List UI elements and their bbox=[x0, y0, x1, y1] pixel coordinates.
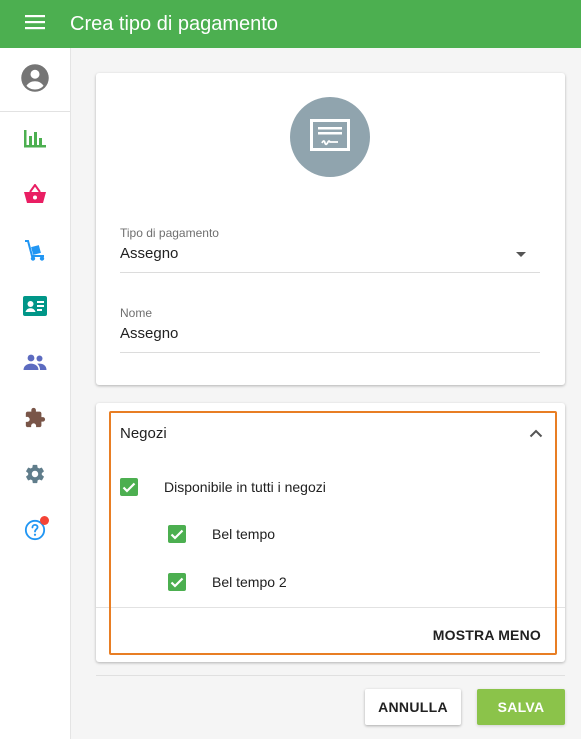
page-title: Crea tipo di pagamento bbox=[70, 12, 278, 35]
hand-truck-icon bbox=[23, 238, 47, 267]
all-stores-label: Disponibile in tutti i negozi bbox=[164, 479, 326, 495]
people-icon bbox=[23, 354, 47, 375]
payment-type-label: Tipo di pagamento bbox=[120, 226, 219, 240]
app-bar: Crea tipo di pagamento bbox=[0, 0, 581, 48]
show-less-button[interactable]: MOSTRA MENO bbox=[433, 627, 541, 643]
sidebar-item-account[interactable] bbox=[0, 60, 70, 100]
name-underline bbox=[120, 352, 540, 353]
basket-icon bbox=[23, 182, 47, 209]
sidebar-item-employees[interactable] bbox=[0, 344, 70, 384]
store-label: Bel tempo 2 bbox=[212, 574, 287, 590]
checkbox-checked-icon bbox=[168, 525, 186, 543]
stores-divider bbox=[96, 607, 565, 608]
notification-badge bbox=[40, 516, 49, 525]
menu-icon bbox=[25, 14, 45, 35]
bar-chart-icon bbox=[24, 128, 46, 153]
sidebar-item-extensions[interactable] bbox=[0, 400, 70, 440]
payment-type-underline bbox=[120, 272, 540, 273]
all-stores-checkbox[interactable]: Disponibile in tutti i negozi bbox=[120, 478, 326, 496]
payment-type-select[interactable]: Tipo di pagamento Assegno bbox=[120, 226, 540, 274]
save-button[interactable]: SALVA bbox=[477, 689, 565, 725]
store-checkbox-1[interactable]: Bel tempo bbox=[168, 525, 275, 543]
check-document-icon bbox=[310, 118, 350, 156]
store-checkbox-2[interactable]: Bel tempo 2 bbox=[168, 573, 287, 591]
stores-card: Negozi Disponibile in tutti i negozi Bel… bbox=[96, 403, 565, 662]
sidebar-divider bbox=[0, 111, 70, 112]
sidebar-item-sales[interactable] bbox=[0, 176, 70, 216]
name-label: Nome bbox=[120, 306, 153, 320]
sidebar-item-customers[interactable] bbox=[0, 288, 70, 328]
name-field[interactable]: Nome Assegno bbox=[120, 306, 540, 354]
cancel-button[interactable]: ANNULLA bbox=[365, 689, 461, 725]
dropdown-arrow-icon bbox=[516, 252, 526, 257]
account-circle-icon bbox=[20, 63, 50, 98]
payment-type-value: Assegno bbox=[120, 245, 179, 262]
checkbox-checked-icon bbox=[120, 478, 138, 496]
sidebar-item-help[interactable] bbox=[0, 512, 70, 552]
puzzle-icon bbox=[24, 407, 46, 434]
checkbox-checked-icon bbox=[168, 573, 186, 591]
gear-icon bbox=[24, 463, 46, 490]
sidebar-item-statistics[interactable] bbox=[0, 120, 70, 160]
sidebar-item-settings[interactable] bbox=[0, 456, 70, 496]
name-value: Assegno bbox=[120, 325, 179, 342]
stores-title: Negozi bbox=[120, 425, 167, 442]
store-label: Bel tempo bbox=[212, 526, 276, 542]
contact-card-icon bbox=[23, 295, 47, 321]
chevron-up-icon[interactable] bbox=[529, 425, 543, 443]
payment-form-card: Tipo di pagamento Assegno Nome Assegno bbox=[96, 73, 565, 385]
menu-button[interactable] bbox=[0, 0, 70, 48]
sidebar-item-products[interactable] bbox=[0, 232, 70, 272]
sidebar bbox=[0, 48, 71, 739]
payment-icon-avatar bbox=[290, 97, 370, 177]
actions-divider bbox=[96, 675, 565, 676]
